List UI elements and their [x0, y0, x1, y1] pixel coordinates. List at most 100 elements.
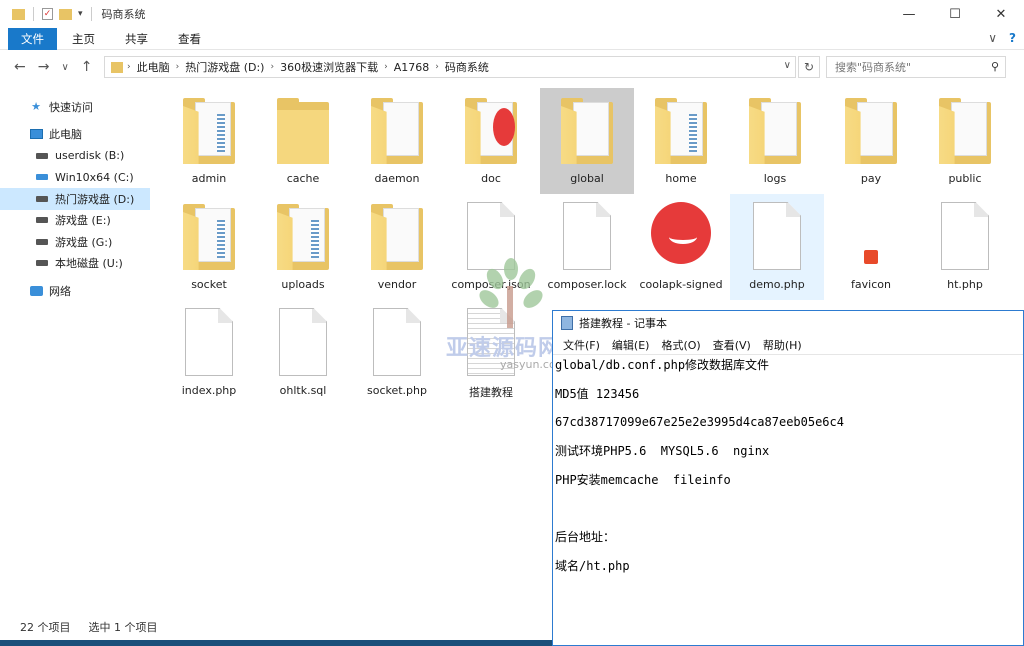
document-icon: [271, 304, 335, 380]
folder-icon: [933, 92, 997, 168]
tab-home[interactable]: 主页: [57, 28, 110, 50]
file-item[interactable]: composer.lock: [540, 194, 634, 300]
file-item-selected[interactable]: global: [540, 88, 634, 194]
minimize-button[interactable]: —: [886, 0, 932, 28]
sidebar-item-this-pc[interactable]: 此电脑: [0, 124, 150, 146]
recent-locations-icon[interactable]: ∨: [61, 62, 68, 73]
new-folder-icon[interactable]: [59, 8, 72, 20]
file-item[interactable]: admin: [162, 88, 256, 194]
tab-view[interactable]: 查看: [163, 28, 216, 50]
file-item[interactable]: home: [634, 88, 728, 194]
sidebar-item-drive-d[interactable]: 热门游戏盘 (D:): [0, 188, 150, 210]
document-icon: [933, 198, 997, 274]
file-name: pay: [860, 172, 882, 185]
sidebar-item-label: 游戏盘 (G:): [55, 235, 113, 249]
breadcrumb-item[interactable]: 360极速浏览器下载: [274, 59, 384, 75]
favicon-image-icon: [839, 198, 903, 274]
file-item[interactable]: logs: [728, 88, 822, 194]
tab-file[interactable]: 文件: [8, 27, 57, 50]
text-line: 后台地址：: [555, 530, 616, 545]
menu-format[interactable]: 格式(O): [655, 337, 706, 353]
file-name: admin: [191, 172, 227, 185]
pc-icon: [28, 129, 44, 140]
folder-icon: [177, 92, 241, 168]
file-item[interactable]: ohltk.sql: [256, 300, 350, 406]
breadcrumb-item[interactable]: A1768: [388, 61, 436, 74]
file-item[interactable]: daemon: [350, 88, 444, 194]
notepad-titlebar: 搭建教程 - 记事本: [553, 311, 1023, 335]
sidebar-item-label: 游戏盘 (E:): [55, 214, 111, 228]
file-item[interactable]: coolapk-signed: [634, 194, 728, 300]
tab-share[interactable]: 共享: [110, 28, 163, 50]
customize-toolbar-icon[interactable]: ▾: [78, 9, 83, 19]
text-line: 测试环境PHP5.6 MYSQL5.6 nginx: [555, 444, 770, 459]
search-placeholder: 搜索"码商系统": [835, 61, 912, 74]
ribbon-tabs: 文件 主页 共享 查看 ∨ ?: [0, 27, 1024, 50]
sidebar-item-drive-u[interactable]: 本地磁盘 (U:): [0, 253, 150, 275]
text-line: 67cd38717099e67e25e2e3995d4ca87eeb05e6c4: [555, 415, 844, 430]
notepad-title: 搭建教程 - 记事本: [579, 317, 667, 330]
file-name: favicon: [851, 278, 891, 291]
address-breadcrumb[interactable]: › 此电脑 › 热门游戏盘 (D:) › 360极速浏览器下载 › A1768 …: [104, 56, 796, 78]
file-item[interactable]: vendor: [350, 194, 444, 300]
file-name: socket.php: [366, 384, 427, 397]
file-name: home: [665, 172, 697, 185]
search-icon[interactable]: ⚲: [991, 60, 999, 73]
breadcrumb-item[interactable]: 热门游戏盘 (D:): [179, 59, 270, 75]
file-item[interactable]: index.php: [162, 300, 256, 406]
status-bar: 22 个项目 选中 1 个项目: [0, 614, 552, 640]
notepad-text-area[interactable]: global/db.conf.php修改数据库文件 MD5值 123456 67…: [553, 355, 1023, 587]
toolbar-divider: [90, 7, 92, 21]
document-icon: [459, 198, 523, 274]
explorer-titlebar: ✓ ▾ 码商系统 — ☐ ✕: [0, 0, 1024, 28]
properties-icon[interactable]: ✓: [42, 8, 53, 20]
sidebar-item-label: 快速访问: [49, 100, 93, 114]
file-item[interactable]: composer.json: [444, 194, 538, 300]
refresh-button[interactable]: ↻: [798, 56, 820, 78]
file-name: ohltk.sql: [279, 384, 327, 397]
up-arrow-icon[interactable]: ↑: [81, 59, 93, 75]
sidebar-item-drive-e[interactable]: 游戏盘 (E:): [0, 210, 150, 232]
sidebar-item-quick-access[interactable]: ★ 快速访问: [0, 96, 150, 118]
file-item[interactable]: socket: [162, 194, 256, 300]
notepad-icon: [561, 316, 573, 330]
file-item[interactable]: cache: [256, 88, 350, 194]
file-item[interactable]: uploads: [256, 194, 350, 300]
breadcrumb-item[interactable]: 码商系统: [439, 59, 495, 75]
folder-icon: [839, 92, 903, 168]
file-item[interactable]: ht.php: [918, 194, 1012, 300]
sidebar-item-drive-c[interactable]: Win10x64 (C:): [0, 167, 150, 189]
search-input[interactable]: 搜索"码商系统" ⚲: [826, 56, 1006, 78]
folder-icon[interactable]: [12, 8, 25, 20]
folder-icon: [271, 198, 335, 274]
file-item[interactable]: doc: [444, 88, 538, 194]
ribbon-right-controls: ∨ ?: [988, 31, 1016, 45]
menu-file[interactable]: 文件(F): [557, 337, 606, 353]
star-icon: ★: [31, 100, 41, 114]
toolbar-divider: [33, 7, 34, 21]
file-item-hover[interactable]: demo.php: [730, 194, 824, 300]
file-item[interactable]: favicon: [824, 194, 918, 300]
menu-edit[interactable]: 编辑(E): [606, 337, 656, 353]
file-item[interactable]: pay: [824, 88, 918, 194]
sidebar-item-label: 本地磁盘 (U:): [55, 257, 123, 271]
sidebar-item-network[interactable]: 网络: [0, 280, 150, 302]
expand-ribbon-icon[interactable]: ∨: [988, 31, 997, 45]
help-icon[interactable]: ?: [1009, 31, 1016, 45]
maximize-button[interactable]: ☐: [932, 0, 978, 28]
file-item[interactable]: 搭建教程: [444, 300, 538, 406]
file-item[interactable]: socket.php: [350, 300, 444, 406]
sidebar-item-drive-b[interactable]: userdisk (B:): [0, 145, 150, 167]
drive-icon: [34, 195, 50, 202]
breadcrumb-item[interactable]: 此电脑: [131, 59, 176, 75]
file-item[interactable]: public: [918, 88, 1012, 194]
back-arrow-icon[interactable]: ←: [14, 59, 26, 75]
sidebar-item-drive-g[interactable]: 游戏盘 (G:): [0, 231, 150, 253]
close-button[interactable]: ✕: [978, 0, 1024, 28]
menu-help[interactable]: 帮助(H): [757, 337, 808, 353]
forward-arrow-icon[interactable]: →: [38, 59, 50, 75]
file-name: logs: [763, 172, 787, 185]
address-dropdown-icon[interactable]: ∨: [784, 60, 791, 71]
text-line: global/db.conf.php修改数据库文件: [555, 358, 770, 372]
menu-view[interactable]: 查看(V): [707, 337, 757, 353]
